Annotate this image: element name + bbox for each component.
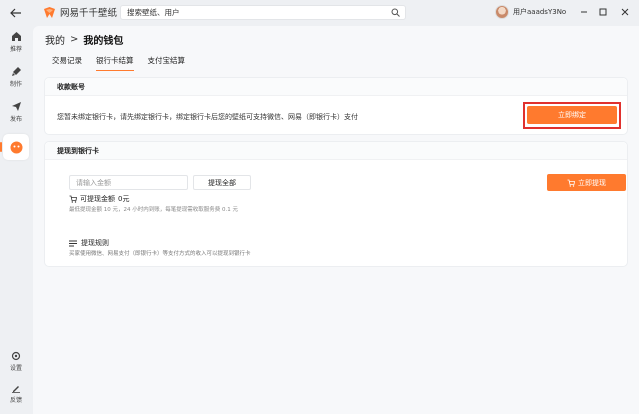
sidebar-item-create[interactable]: 制作 — [0, 66, 32, 88]
wallet-icon — [10, 141, 22, 153]
sidebar-item-label: 推荐 — [9, 46, 22, 53]
withdraw-card-title: 提现到银行卡 — [45, 142, 627, 160]
app-logo: 网易千千壁纸 — [43, 5, 117, 19]
sidebar-item-label: 反馈 — [9, 397, 22, 404]
active-indicator — [0, 142, 2, 152]
withdraw-button[interactable]: 立即提现 — [547, 174, 626, 191]
sidebar-item-recommend[interactable]: 推荐 — [0, 31, 32, 53]
tab-transactions[interactable]: 交易记录 — [52, 55, 82, 70]
back-arrow-icon[interactable] — [8, 5, 24, 21]
maximize-icon[interactable] — [597, 6, 609, 18]
withdraw-note: 最低提现金额 10 元，24 小时内到账，每笔提现需收取服务费 0.1 元 — [69, 207, 238, 213]
rules-description: 买家使用微信、网易支付（即银行卡）等支付方式的收入可以提现到银行卡 — [69, 251, 251, 257]
rules-title-text: 提现规则 — [81, 239, 109, 247]
account-description: 您暂未绑定银行卡，请先绑定银行卡，绑定银行卡后您的壁纸可支持微信、网易（即银行卡… — [57, 113, 358, 121]
username[interactable]: 用户aaadsY3No — [513, 7, 566, 17]
account-card: 收款账号 您暂未绑定银行卡，请先绑定银行卡，绑定银行卡后您的壁纸可支持微信、网易… — [44, 77, 628, 135]
withdraw-button-label[interactable]: 立即提现 — [578, 178, 606, 188]
logo-icon — [44, 6, 55, 18]
rules-title: 提现规则 — [69, 238, 109, 248]
bind-card-button[interactable]: 立即绑定 — [527, 106, 617, 124]
title-bar: 网易千千壁纸 搜索壁纸、用户 用户aaadsY3No — [0, 0, 639, 26]
page-title: 我的钱包 — [83, 36, 124, 47]
breadcrumb-parent[interactable]: 我的 — [45, 32, 65, 47]
avatar[interactable] — [495, 5, 509, 19]
main-panel: 我的 > 我的钱包 交易记录 银行卡结算 支付宝结算 收款账号 您暂未绑定银行卡… — [33, 26, 639, 414]
amount-placeholder[interactable]: 请输入金额 — [76, 178, 111, 188]
list-icon — [69, 240, 77, 246]
search-input[interactable]: 搜索壁纸、用户 — [120, 5, 406, 20]
send-icon — [11, 102, 21, 111]
available-value: 0元 — [118, 195, 130, 203]
pen-icon — [12, 386, 20, 393]
search-placeholder[interactable]: 搜索壁纸、用户 — [127, 7, 389, 18]
breadcrumb-separator: > — [70, 34, 79, 45]
app-name: 网易千千壁纸 — [60, 8, 118, 19]
sidebar-item-settings[interactable]: 设置 — [0, 351, 32, 372]
available-amount: 可提现金额 0元 — [69, 194, 129, 204]
user-menu[interactable]: 用户aaadsY3No — [495, 5, 566, 19]
withdraw-card: 提现到银行卡 请输入金额 提现全部 可提现金额 0元 最低提现金额 10 元，2… — [44, 141, 628, 267]
withdraw-all-button[interactable]: 提现全部 — [193, 175, 251, 190]
sidebar-item-feedback[interactable]: 反馈 — [0, 383, 32, 404]
sidebar-item-label: 发布 — [9, 116, 22, 123]
tab-bar: 交易记录 银行卡结算 支付宝结算 — [52, 55, 199, 71]
tab-alipay[interactable]: 支付宝结算 — [148, 55, 186, 70]
minimize-icon[interactable] — [578, 6, 590, 18]
tab-bank-card[interactable]: 银行卡结算 — [96, 55, 134, 71]
close-icon[interactable] — [619, 6, 631, 18]
account-card-title: 收款账号 — [45, 78, 627, 96]
available-label: 可提现金额 — [80, 195, 115, 203]
sidebar-item-wallet[interactable] — [0, 134, 32, 160]
breadcrumb: 我的 > 我的钱包 — [45, 32, 123, 47]
brush-icon — [11, 67, 21, 76]
sidebar: 推荐 制作 发布 设置 反馈 — [0, 26, 32, 414]
gear-icon — [11, 351, 21, 361]
amount-input[interactable]: 请输入金额 — [69, 175, 188, 190]
search-icon[interactable] — [389, 7, 401, 19]
cart-icon — [69, 195, 77, 203]
sidebar-active-bg — [0, 134, 29, 160]
sidebar-item-label: 制作 — [9, 81, 22, 88]
cart-icon — [567, 179, 575, 187]
sidebar-item-publish[interactable]: 发布 — [0, 101, 32, 123]
home-icon — [11, 32, 21, 41]
sidebar-item-label: 设置 — [9, 365, 22, 372]
